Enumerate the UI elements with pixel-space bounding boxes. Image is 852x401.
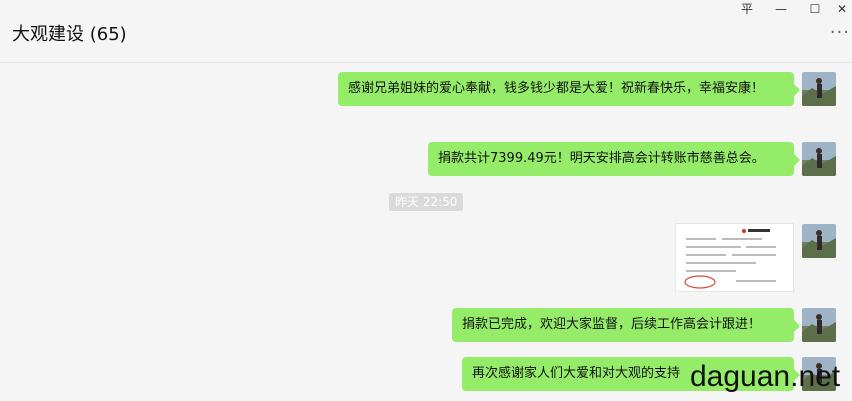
message-bubble[interactable]: 感谢兄弟姐妹的爱心奉献，钱多钱少都是大爱！祝新春快乐，幸福安康！ [338, 72, 800, 106]
avatar[interactable] [802, 224, 836, 258]
avatar[interactable] [802, 142, 836, 176]
pin-window-button[interactable]: 平 [730, 0, 764, 18]
message-bubble[interactable]: 捐款共计7399.49元！明天安排高会计转账市慈善总会。 [428, 142, 800, 176]
maximize-button[interactable]: ☐ [798, 0, 832, 18]
message-text: 再次感谢家人们大爱和对大观的支持 [472, 366, 681, 381]
avatar[interactable] [802, 72, 836, 106]
more-options-icon[interactable]: ··· [830, 22, 850, 43]
avatar[interactable] [802, 308, 836, 342]
minimize-button[interactable]: — [764, 0, 798, 18]
receipt-image[interactable] [675, 223, 794, 292]
chat-header: 大观建设 (65) ··· [0, 0, 852, 63]
message-text: 捐款已完成，欢迎大家监督，后续工作高会计跟进！ [462, 317, 762, 332]
message-text: 感谢兄弟姐妹的爱心奉献，钱多钱少都是大爱！祝新春快乐，幸福安康！ [348, 81, 765, 96]
watermark-logo: daguan.net [690, 360, 841, 393]
chat-title: 大观建设 (65) [12, 24, 127, 45]
timestamp: 昨天 22:50 [389, 193, 464, 211]
close-button[interactable]: ✕ [832, 0, 852, 18]
message-text: 捐款共计7399.49元！明天安排高会计转账市慈善总会。 [438, 151, 765, 166]
message-bubble[interactable]: 捐款已完成，欢迎大家监督，后续工作高会计跟进！ [452, 308, 800, 342]
